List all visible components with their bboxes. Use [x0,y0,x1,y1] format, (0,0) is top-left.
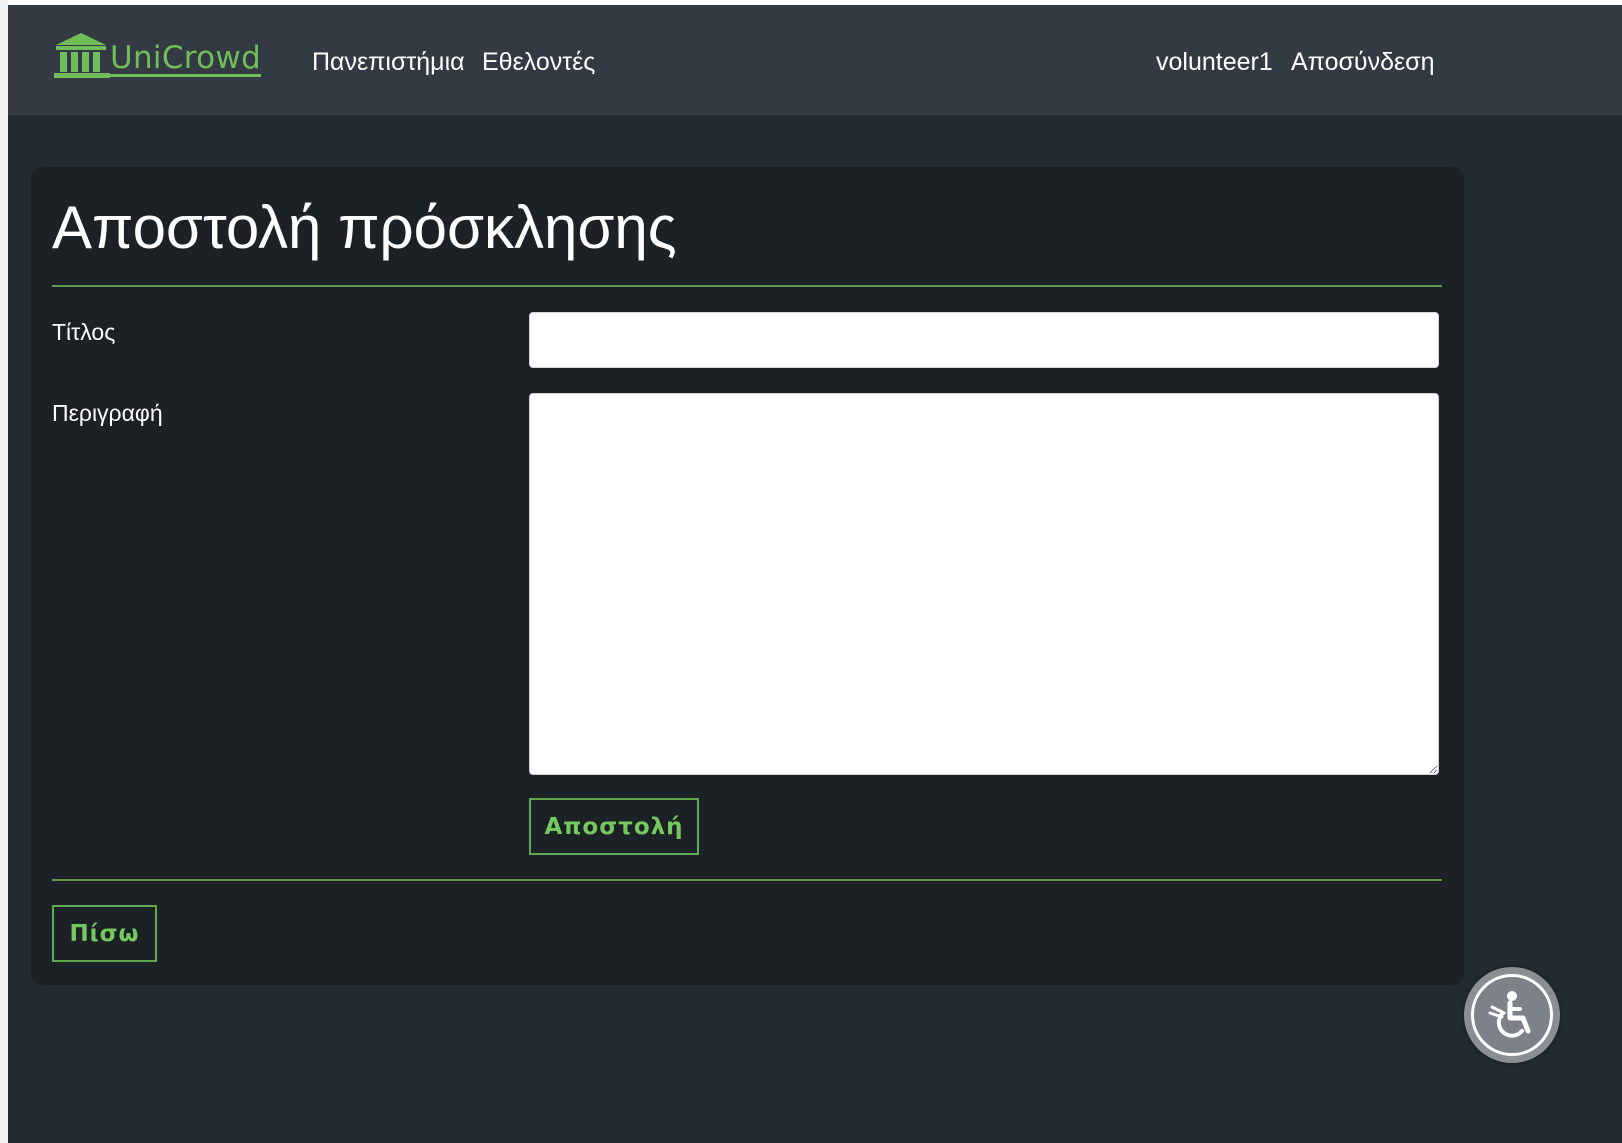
university-building-icon [54,33,110,78]
submit-button[interactable]: Αποστολή [529,798,699,855]
description-textarea[interactable] [529,393,1439,775]
accessibility-button[interactable] [1464,967,1560,1063]
nav-logout[interactable]: Αποσύνδεση [1291,47,1434,77]
page-title: Αποστολή πρόσκλησης [52,194,677,261]
back-button[interactable]: Πίσω [52,905,157,962]
footer-divider [52,879,1442,881]
brand-name: UniCrowd [110,40,262,77]
nav-link-volunteers[interactable]: Εθελοντές [482,47,595,77]
nav-user-profile[interactable]: volunteer1 [1156,47,1273,77]
window-edge [0,0,8,1143]
page: UniCrowd Πανεπιστήμια Εθελοντές voluntee… [8,5,1622,1143]
title-field-label: Τίτλος [52,319,116,345]
brand-logo-link[interactable]: UniCrowd [52,31,262,79]
invitation-form-card: Αποστολή πρόσκλησης Τίτλος Περιγραφή Απο… [31,167,1464,985]
wheelchair-icon [1488,991,1531,1038]
nav-link-universities[interactable]: Πανεπιστήμια [312,47,465,77]
title-divider [52,285,1442,287]
title-input[interactable] [529,312,1439,368]
description-field-label: Περιγραφή [52,400,163,426]
accessibility-ring [1471,974,1553,1056]
top-navbar: UniCrowd Πανεπιστήμια Εθελοντές voluntee… [8,5,1622,115]
